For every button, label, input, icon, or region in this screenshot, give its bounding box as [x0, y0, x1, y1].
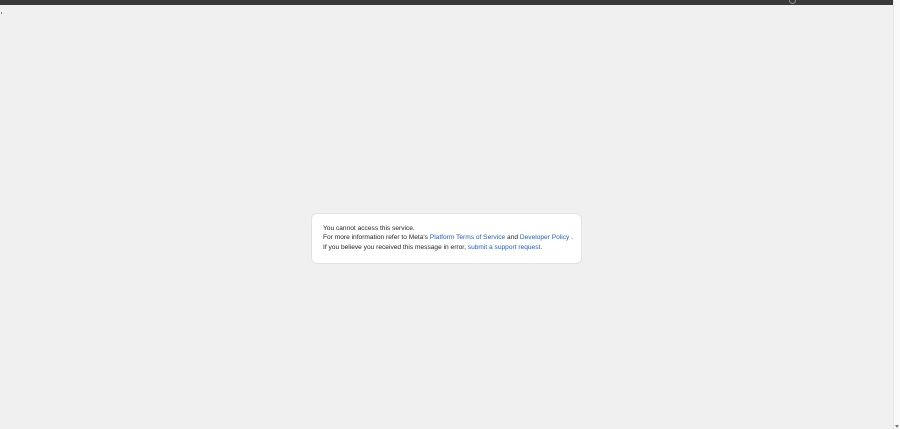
page-body: You cannot access this service. For more…: [0, 5, 893, 429]
support-request-link[interactable]: submit a support request: [468, 244, 541, 251]
scroll-down-arrow-icon[interactable]: [895, 425, 899, 428]
support-prefix: If you believe you received this message…: [323, 243, 468, 251]
policy-info-line: For more information refer to Meta's Pla…: [323, 233, 573, 242]
developer-policy-link[interactable]: Developer Policy: [520, 234, 569, 241]
support-suffix: .: [540, 243, 543, 251]
access-denied-message: You cannot access this service.: [323, 225, 415, 232]
vertical-scrollbar[interactable]: [893, 0, 900, 429]
policy-info-prefix: For more information refer to Meta's: [323, 234, 430, 242]
platform-terms-link[interactable]: Platform Terms of Service: [430, 234, 505, 241]
support-line: If you believe you received this message…: [323, 243, 570, 252]
cursor-mark: [1, 12, 2, 14]
policy-info-and: and: [505, 234, 520, 242]
access-denied-card: You cannot access this service. For more…: [311, 213, 582, 264]
policy-info-suffix: .: [569, 234, 573, 242]
profile-icon[interactable]: [789, 0, 796, 4]
